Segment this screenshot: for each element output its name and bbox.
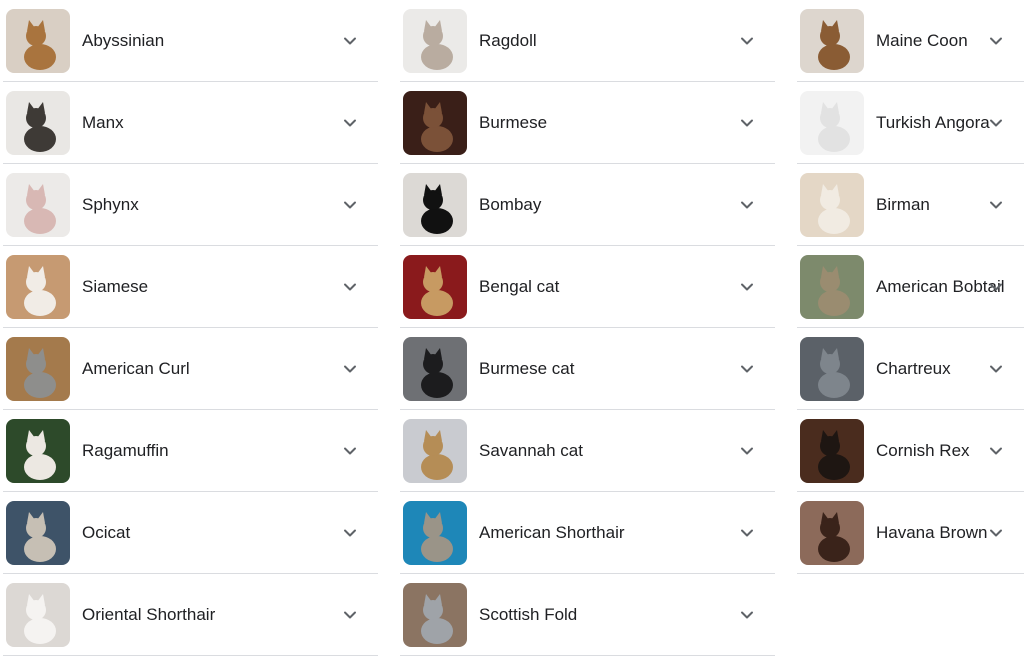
breed-name: Abyssinian (82, 31, 165, 50)
cat-photo-thumbnail (6, 583, 70, 647)
chevron-down-icon[interactable] (342, 33, 358, 49)
cat-photo-thumbnail (800, 255, 864, 319)
chevron-down-icon[interactable] (988, 361, 1004, 377)
breed-row[interactable]: Chartreux (797, 328, 1024, 410)
breed-name: Ocicat (82, 523, 131, 542)
breed-name: American Shorthair (479, 523, 625, 542)
chevron-down-icon[interactable] (739, 443, 755, 459)
chevron-down-icon[interactable] (342, 525, 358, 541)
breed-row[interactable]: Abyssinian (3, 0, 378, 82)
breed-row[interactable]: Bombay (400, 164, 775, 246)
cat-photo-thumbnail (6, 91, 70, 155)
chevron-down-icon[interactable] (988, 443, 1004, 459)
cat-photo-thumbnail (403, 9, 467, 73)
breed-name: Chartreux (876, 359, 951, 378)
chevron-down-icon[interactable] (739, 361, 755, 377)
breed-name: American Bobtail (876, 277, 1005, 296)
chevron-down-icon[interactable] (342, 115, 358, 131)
breed-row[interactable]: Siamese (3, 246, 378, 328)
chevron-down-icon[interactable] (342, 607, 358, 623)
breed-name: Sphynx (82, 195, 139, 214)
breed-row[interactable]: Turkish Angora (797, 82, 1024, 164)
breed-row[interactable]: Burmese (400, 82, 775, 164)
breed-row[interactable]: American Shorthair (400, 492, 775, 574)
breed-row[interactable]: Maine Coon (797, 0, 1024, 82)
cat-photo-thumbnail (403, 583, 467, 647)
breed-column: Abyssinian Manx Sphynx Siamese American Curl… (3, 0, 378, 656)
breed-row[interactable]: American Bobtail (797, 246, 1024, 328)
cat-photo-thumbnail (6, 337, 70, 401)
chevron-down-icon[interactable] (739, 279, 755, 295)
breed-row[interactable]: Havana Brown (797, 492, 1024, 574)
cat-photo-thumbnail (800, 173, 864, 237)
chevron-down-icon[interactable] (739, 33, 755, 49)
breed-row[interactable]: Ragamuffin (3, 410, 378, 492)
breed-row[interactable]: Burmese cat (400, 328, 775, 410)
chevron-down-icon[interactable] (988, 33, 1004, 49)
cat-photo-thumbnail (800, 91, 864, 155)
breed-name: Burmese (479, 113, 548, 132)
breed-row[interactable]: Savannah cat (400, 410, 775, 492)
cat-photo-thumbnail (800, 419, 864, 483)
chevron-down-icon[interactable] (988, 197, 1004, 213)
cat-photo-thumbnail (403, 255, 467, 319)
chevron-down-icon[interactable] (988, 115, 1004, 131)
chevron-down-icon[interactable] (342, 197, 358, 213)
breed-row[interactable]: Bengal cat (400, 246, 775, 328)
breed-name: Turkish Angora (876, 113, 990, 132)
cat-photo-thumbnail (403, 173, 467, 237)
chevron-down-icon[interactable] (342, 361, 358, 377)
breed-name: Cornish Rex (876, 441, 970, 460)
breed-column: Maine Coon Turkish Angora Birman American B… (797, 0, 1024, 574)
breed-name: Bombay (479, 195, 542, 214)
breed-name: Maine Coon (876, 31, 968, 50)
chevron-down-icon[interactable] (739, 197, 755, 213)
breed-row[interactable]: Cornish Rex (797, 410, 1024, 492)
breed-name: Birman (876, 195, 930, 214)
cat-photo-thumbnail (403, 501, 467, 565)
cat-photo-thumbnail (800, 337, 864, 401)
breed-name: Siamese (82, 277, 149, 296)
cat-photo-thumbnail (6, 9, 70, 73)
cat-photo-thumbnail (403, 337, 467, 401)
breed-name: Scottish Fold (479, 605, 578, 624)
cat-photo-thumbnail (800, 9, 864, 73)
breed-name: Havana Brown (876, 523, 988, 542)
chevron-down-icon[interactable] (739, 115, 755, 131)
breed-row[interactable]: Scottish Fold (400, 574, 775, 656)
chevron-down-icon[interactable] (342, 443, 358, 459)
breed-row[interactable]: Oriental Shorthair (3, 574, 378, 656)
breed-name: American Curl (82, 359, 190, 378)
cat-photo-thumbnail (6, 255, 70, 319)
cat-photo-thumbnail (403, 91, 467, 155)
breed-row[interactable]: Birman (797, 164, 1024, 246)
breed-name: Oriental Shorthair (82, 605, 216, 624)
breed-name: Savannah cat (479, 441, 583, 460)
cat-photo-thumbnail (6, 501, 70, 565)
chevron-down-icon[interactable] (739, 607, 755, 623)
chevron-down-icon[interactable] (988, 525, 1004, 541)
breed-row[interactable]: Ragdoll (400, 0, 775, 82)
chevron-down-icon[interactable] (342, 279, 358, 295)
breed-name: Burmese cat (479, 359, 575, 378)
cat-photo-thumbnail (6, 419, 70, 483)
breed-row[interactable]: Ocicat (3, 492, 378, 574)
chevron-down-icon[interactable] (988, 279, 1004, 295)
breed-name: Manx (82, 113, 124, 132)
breed-name: Ragamuffin (82, 441, 169, 460)
cat-photo-thumbnail (403, 419, 467, 483)
breed-name: Bengal cat (479, 277, 560, 296)
cat-photo-thumbnail (800, 501, 864, 565)
breed-column: Ragdoll Burmese Bombay Bengal cat Burmese ca… (400, 0, 775, 656)
cat-photo-thumbnail (6, 173, 70, 237)
breed-row[interactable]: Sphynx (3, 164, 378, 246)
chevron-down-icon[interactable] (739, 525, 755, 541)
breed-row[interactable]: American Curl (3, 328, 378, 410)
breed-row[interactable]: Manx (3, 82, 378, 164)
breed-name: Ragdoll (479, 31, 537, 50)
